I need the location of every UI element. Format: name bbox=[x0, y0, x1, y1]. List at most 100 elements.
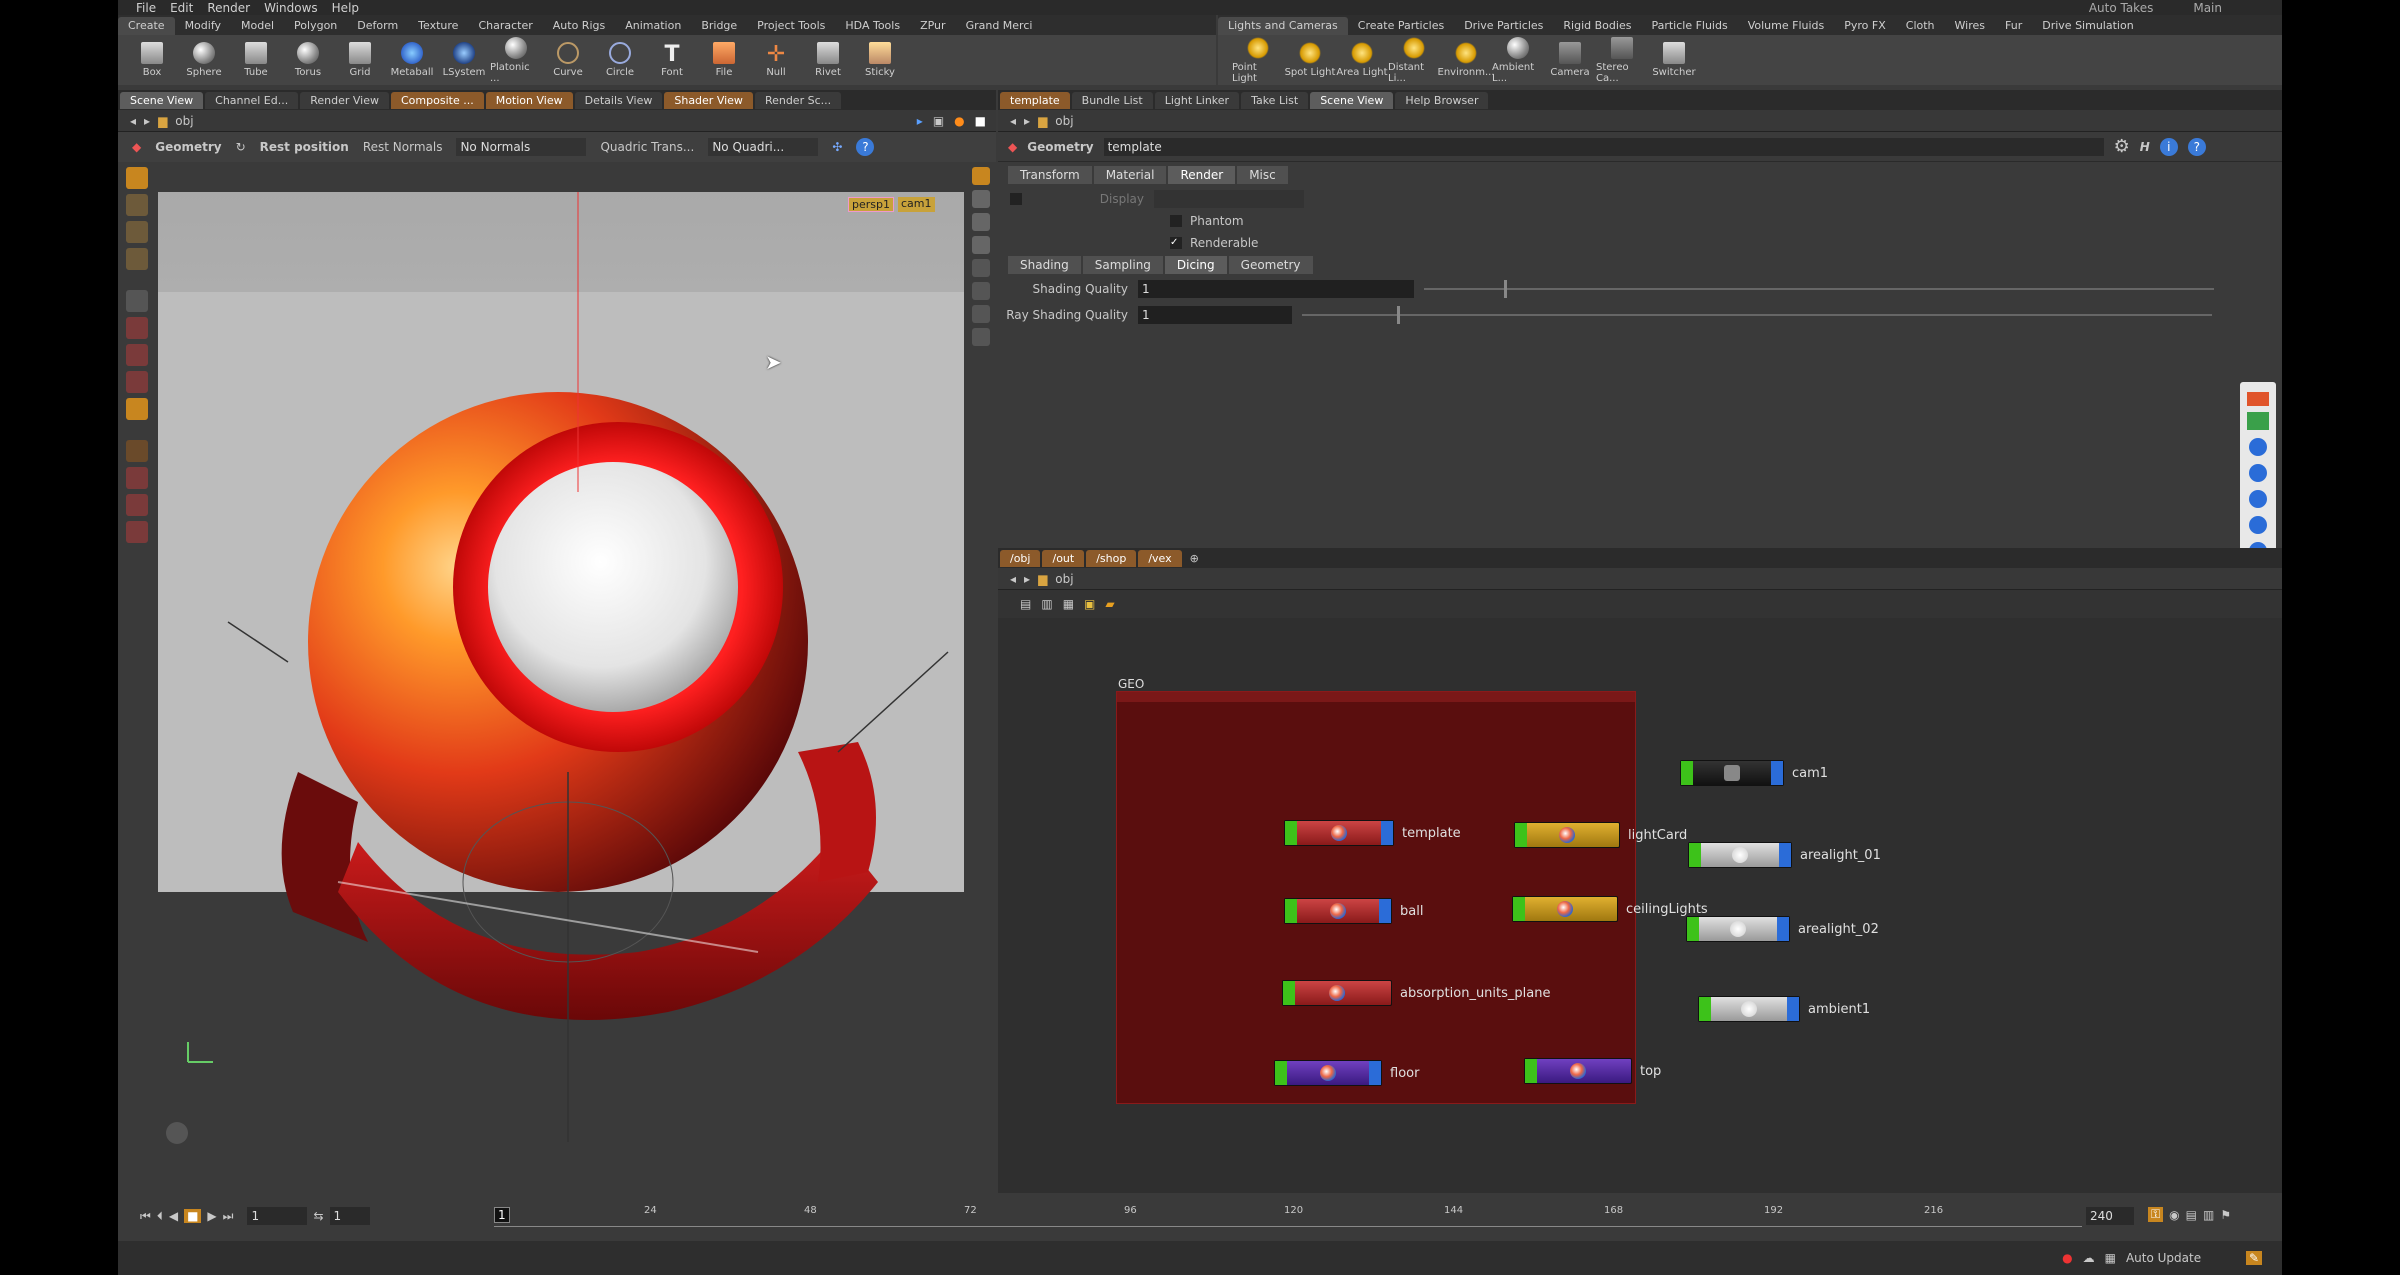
shelf-tab-model[interactable]: Model bbox=[231, 17, 284, 35]
shading-quality-field[interactable]: 1 bbox=[1138, 280, 1414, 298]
shelf-tab-drive-simulation[interactable]: Drive Simulation bbox=[2032, 17, 2143, 35]
auto-update-select[interactable]: Auto Update bbox=[2126, 1251, 2236, 1265]
gear-icon[interactable]: ⚙ bbox=[2114, 136, 2130, 157]
shelf-tab-cloth[interactable]: Cloth bbox=[1896, 17, 1945, 35]
update-icon[interactable]: ✎ bbox=[2245, 1251, 2262, 1265]
shelf-tab-project-tools[interactable]: Project Tools bbox=[747, 17, 835, 35]
range-icon[interactable]: ▤ bbox=[2186, 1208, 2197, 1222]
current-frame-field[interactable]: 1 bbox=[247, 1207, 308, 1225]
wireframe-icon[interactable] bbox=[972, 236, 990, 254]
tab-misc[interactable]: Misc bbox=[1237, 166, 1288, 184]
tool-camera[interactable]: Camera bbox=[1544, 42, 1596, 78]
shelf-tab-bridge[interactable]: Bridge bbox=[691, 17, 747, 35]
tool-grid[interactable]: Grid bbox=[334, 42, 386, 78]
node-ball[interactable]: ball bbox=[1284, 898, 1423, 924]
tab-scene-view-2[interactable]: Scene View bbox=[1310, 91, 1394, 109]
node-absorption-units-plane[interactable]: absorption_units_plane bbox=[1282, 980, 1550, 1006]
real-time-icon[interactable]: ▥ bbox=[2203, 1208, 2214, 1222]
network-box-icon[interactable]: ▰ bbox=[1105, 597, 1114, 611]
on-air-icon[interactable] bbox=[2247, 412, 2269, 430]
tool-font[interactable]: T Font bbox=[646, 42, 698, 78]
settings-icon[interactable] bbox=[2249, 516, 2267, 534]
view-tool-icon[interactable] bbox=[126, 317, 148, 339]
forward-arrow-icon[interactable]: ▸ bbox=[1024, 572, 1030, 586]
play-reverse-icon[interactable]: ◀ bbox=[169, 1209, 178, 1223]
tab-sampling[interactable]: Sampling bbox=[1082, 256, 1163, 274]
tab-bundle-list[interactable]: Bundle List bbox=[1071, 91, 1153, 109]
node-floor[interactable]: floor bbox=[1274, 1060, 1419, 1086]
tab-geometry[interactable]: Geometry bbox=[1228, 256, 1313, 274]
display-options-icon[interactable] bbox=[972, 167, 990, 185]
jump-start-icon[interactable]: ⏮ bbox=[140, 1209, 151, 1224]
tab-details-view[interactable]: Details View bbox=[574, 91, 663, 109]
pin-icon[interactable]: ▸ bbox=[917, 114, 923, 128]
handle-icon[interactable]: ✣ bbox=[832, 140, 842, 154]
options-icon[interactable]: ⚑ bbox=[2220, 1208, 2231, 1222]
auto-takes-toggle[interactable]: Auto Takes bbox=[2089, 1, 2154, 15]
network-editor[interactable]: GEO template lightCard ball ceilingLight… bbox=[998, 620, 2282, 1193]
tool-torus[interactable]: Torus bbox=[282, 42, 334, 78]
tool-point-light[interactable]: Point Light bbox=[1232, 36, 1284, 84]
shelf-tab-volume-fluids[interactable]: Volume Fluids bbox=[1738, 17, 1835, 35]
tool-metaball[interactable]: Metaball bbox=[386, 42, 438, 78]
tool-switcher[interactable]: Switcher bbox=[1648, 42, 1700, 78]
tab-light-linker[interactable]: Light Linker bbox=[1154, 91, 1240, 109]
info-icon[interactable]: i bbox=[2159, 137, 2178, 156]
shelf-tab-deform[interactable]: Deform bbox=[347, 17, 408, 35]
timeline-ruler[interactable]: 1 24 48 72 96 120 144 168 192 216 bbox=[494, 1205, 2082, 1227]
grid-view-icon[interactable]: ▦ bbox=[1063, 597, 1074, 611]
grid-snap-icon[interactable] bbox=[126, 494, 148, 516]
back-arrow-icon[interactable]: ◂ bbox=[1010, 114, 1016, 128]
node-ceilinglights[interactable]: ceilingLights bbox=[1512, 896, 1708, 922]
node-arealight-01[interactable]: arealight_01 bbox=[1688, 842, 1881, 868]
tool-curve[interactable]: Curve bbox=[542, 42, 594, 78]
tab-channel-editor[interactable]: Channel Ed... bbox=[205, 91, 299, 109]
node-top[interactable]: top bbox=[1524, 1058, 1661, 1084]
rest-position-label[interactable]: Rest position bbox=[260, 140, 349, 154]
timeline-cursor[interactable]: 1 bbox=[494, 1207, 510, 1223]
viewport[interactable]: persp1 cam1 ➤ bbox=[158, 192, 964, 1185]
lighting-icon[interactable] bbox=[972, 190, 990, 208]
display-checkbox[interactable] bbox=[1010, 193, 1022, 205]
shelf-tab-pyro-fx[interactable]: Pyro FX bbox=[1834, 17, 1896, 35]
tool-tube[interactable]: Tube bbox=[230, 42, 282, 78]
network-path-field[interactable]: obj bbox=[1055, 572, 1073, 586]
param-node-name[interactable]: template bbox=[1103, 137, 2104, 156]
keys-icon[interactable]: ⚿ bbox=[2148, 1207, 2164, 1222]
shelf-tab-auto-rigs[interactable]: Auto Rigs bbox=[543, 17, 615, 35]
shelf-tab-animation[interactable]: Animation bbox=[615, 17, 691, 35]
tool-stereo-camera[interactable]: Stereo Ca... bbox=[1596, 36, 1648, 84]
help-icon[interactable]: ? bbox=[856, 138, 875, 156]
rest-normals-label[interactable]: Rest Normals bbox=[363, 140, 443, 154]
node-lightcard[interactable]: lightCard bbox=[1514, 822, 1687, 848]
tab-take-list[interactable]: Take List bbox=[1241, 91, 1309, 109]
shelf-tab-zpur[interactable]: ZPur bbox=[910, 17, 955, 35]
quadric-select[interactable]: No Quadri... bbox=[708, 138, 819, 156]
tab-shader-view[interactable]: Shader View bbox=[664, 91, 753, 109]
tree-icon[interactable]: ▥ bbox=[1041, 597, 1052, 611]
quadric-trans-label[interactable]: Quadric Trans... bbox=[600, 140, 694, 154]
tool-file[interactable]: File bbox=[698, 42, 750, 78]
tab-material[interactable]: Material bbox=[1093, 166, 1167, 184]
node-template[interactable]: template bbox=[1284, 820, 1461, 846]
select-tool-icon[interactable] bbox=[126, 167, 148, 189]
tool-rivet[interactable]: Rivet bbox=[802, 42, 854, 78]
handle-tool-icon[interactable] bbox=[126, 371, 148, 393]
menu-help[interactable]: Help bbox=[332, 1, 359, 15]
tool-platonic[interactable]: Platonic ... bbox=[490, 36, 542, 84]
menu-edit[interactable]: Edit bbox=[170, 1, 193, 15]
back-arrow-icon[interactable]: ◂ bbox=[1010, 572, 1016, 586]
normals-icon[interactable] bbox=[972, 305, 990, 323]
tool-circle[interactable]: Circle bbox=[594, 42, 646, 78]
tool-distant-light[interactable]: Distant Li... bbox=[1388, 36, 1440, 84]
end-frame-field[interactable]: 240 bbox=[2086, 1207, 2134, 1225]
tool-sphere[interactable]: Sphere bbox=[178, 42, 230, 78]
view-options-icon[interactable] bbox=[166, 1122, 188, 1144]
render-icon[interactable]: ● bbox=[954, 114, 964, 128]
shelf-tab-grand-merci[interactable]: Grand Merci bbox=[956, 17, 1043, 35]
shelf-tab-hda-tools[interactable]: HDA Tools bbox=[835, 17, 910, 35]
left-path-field[interactable]: obj bbox=[175, 114, 193, 128]
renderable-checkbox[interactable]: ✓ bbox=[1170, 237, 1182, 249]
ghost-icon[interactable] bbox=[972, 259, 990, 277]
tool-spot-light[interactable]: Spot Light bbox=[1284, 42, 1336, 78]
